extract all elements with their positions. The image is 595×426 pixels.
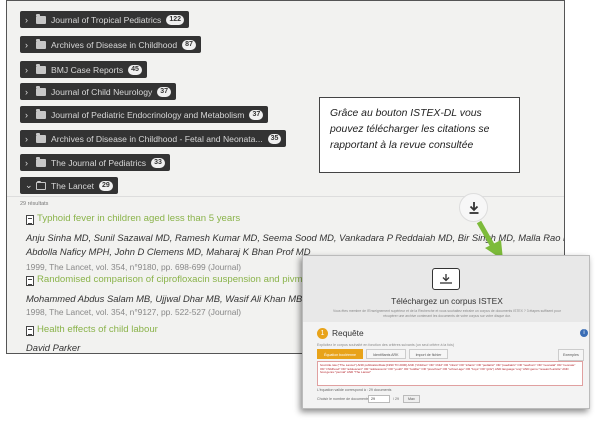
folder-open-icon xyxy=(36,180,46,190)
article-meta: 1998, The Lancet, vol. 354, n°9127, pp. … xyxy=(26,307,242,317)
annotation-callout: Grâce au bouton ISTEX-DL vous pouvez tél… xyxy=(319,97,520,173)
istex-dl-download-button[interactable] xyxy=(459,193,488,222)
journal-label: Archives of Disease in Childhood xyxy=(51,39,178,50)
istex-dl-logo-icon xyxy=(432,268,460,290)
journal-facet-item[interactable]: › Journal of Tropical Pediatrics 122 xyxy=(20,11,190,28)
results-count: 29 résultats xyxy=(20,201,49,207)
query-validation: L'équation valide correspond à : 29 docu… xyxy=(317,388,392,392)
chevron-down-icon: ⌄ xyxy=(25,180,33,190)
folder-icon xyxy=(36,132,46,143)
journal-label: Journal of Tropical Pediatrics xyxy=(51,14,162,25)
journal-label: The Lancet xyxy=(51,180,94,191)
callout-line: pouvez télécharger les citations se xyxy=(330,124,490,135)
document-icon xyxy=(26,276,34,286)
tab-ark[interactable]: Identifiants ARK xyxy=(365,349,406,359)
journal-label: The Journal of Pediatrics xyxy=(51,157,147,168)
folder-icon xyxy=(36,108,46,119)
chevron-right-icon: › xyxy=(25,14,28,25)
journal-label: BMJ Case Reports xyxy=(51,64,124,75)
chevron-right-icon: › xyxy=(25,133,28,144)
step-number: 1 xyxy=(317,328,328,339)
journal-count-badge: 33 xyxy=(151,157,165,168)
folder-icon xyxy=(36,85,46,96)
journal-facet-item[interactable]: › Journal of Pediatric Endocrinology and … xyxy=(20,106,269,123)
journal-facet-item[interactable]: › Archives of Disease in Childhood 87 xyxy=(20,36,201,53)
count-max-button[interactable]: Max xyxy=(403,395,420,403)
article-authors: David Parker xyxy=(26,342,81,353)
document-icon xyxy=(26,215,34,225)
tab-file-import[interactable]: Import de fichier xyxy=(408,349,449,359)
journal-count-badge: 37 xyxy=(249,109,264,120)
step-label: Requête xyxy=(332,328,364,338)
info-icon[interactable]: i xyxy=(580,329,588,337)
istex-dl-panel: Téléchargez un corpus ISTEX Vous êtes me… xyxy=(302,255,590,409)
journal-count-badge: 35 xyxy=(267,133,282,144)
count-label: Choisir le nombre de documents xyxy=(317,397,369,401)
chevron-right-icon: › xyxy=(25,86,28,97)
istex-title: Téléchargez un corpus ISTEX xyxy=(391,296,503,306)
journal-facet-item[interactable]: ⌄ The Lancet 29 xyxy=(20,177,118,194)
chevron-right-icon: › xyxy=(25,64,28,75)
journal-label: Journal of Pediatric Endocrinology and M… xyxy=(51,109,245,120)
journal-facet-item[interactable]: › Archives of Disease in Childhood - Feta… xyxy=(20,130,287,147)
document-icon xyxy=(26,326,34,336)
journal-count-badge: 87 xyxy=(182,39,196,50)
article-title-link[interactable]: Health effects of child labour xyxy=(37,324,158,335)
folder-icon xyxy=(36,63,46,74)
download-icon xyxy=(469,201,478,214)
callout-line: rapportant à la revue consultée xyxy=(330,140,474,151)
journal-facet-item[interactable]: › The Journal of Pediatrics 33 xyxy=(20,154,170,171)
journal-label: Journal of Child Neurology xyxy=(51,86,153,97)
journal-facet-item[interactable]: › Journal of Child Neurology 37 xyxy=(20,83,177,100)
journal-count-badge: 37 xyxy=(157,86,172,97)
request-help: Explicitez le corpus souhaité en fonctio… xyxy=(317,343,455,347)
article-meta: 1999, The Lancet, vol. 354, n°9180, pp. … xyxy=(26,262,242,272)
journal-label: Archives of Disease in Childhood - Fetal… xyxy=(51,133,263,144)
chevron-right-icon: › xyxy=(25,157,28,168)
count-input[interactable]: 29 xyxy=(368,395,390,403)
count-max: / 29 xyxy=(393,397,399,401)
article-title-link[interactable]: Typhoid fever in children aged less than… xyxy=(37,213,240,224)
chevron-right-icon: › xyxy=(25,39,28,50)
query-tabs: Équation booléenne Identifiants ARK Impo… xyxy=(317,349,449,359)
journal-count-badge: 29 xyxy=(99,180,113,191)
istex-subtitle: Vous êtes membre de l'Enseignement supér… xyxy=(333,309,561,318)
chevron-right-icon: › xyxy=(25,109,28,120)
journal-facet-item[interactable]: › BMJ Case Reports 45 xyxy=(20,61,147,78)
folder-icon xyxy=(36,156,46,167)
article-authors: Abdolla Naficy MPH, John D Clemens MD, M… xyxy=(26,246,311,257)
examples-button[interactable]: Exemples xyxy=(558,349,584,361)
folder-icon xyxy=(36,38,46,49)
journal-count-badge: 122 xyxy=(166,14,185,25)
journal-count-badge: 45 xyxy=(128,64,142,75)
query-textarea[interactable]: host.title.raw:("The Lancet") AND public… xyxy=(317,361,583,386)
callout-line: Grâce au bouton ISTEX-DL vous xyxy=(330,108,482,119)
folder-icon xyxy=(36,13,46,24)
tab-boolean[interactable]: Équation booléenne xyxy=(317,349,363,359)
